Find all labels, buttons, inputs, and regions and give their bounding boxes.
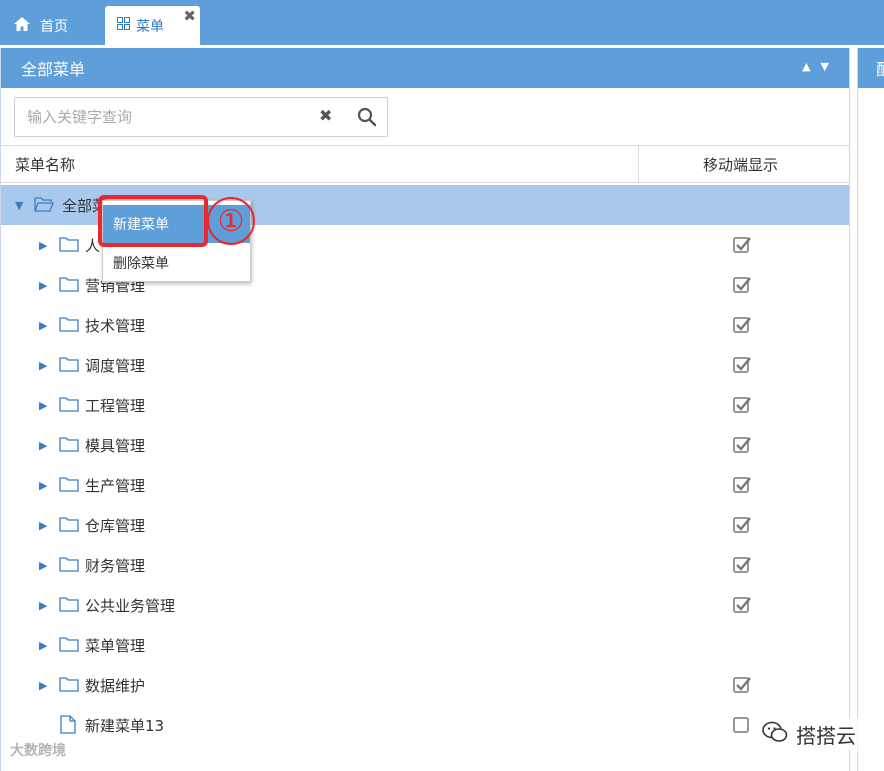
watermark-right: 搭搭云 bbox=[758, 718, 860, 751]
folder-icon bbox=[59, 636, 79, 656]
tree-row[interactable]: ▶ 技术管理 bbox=[1, 305, 849, 345]
mobile-display-checkbox[interactable] bbox=[733, 716, 751, 734]
mobile-display-checkbox-checked[interactable] bbox=[733, 476, 751, 494]
folder-icon bbox=[59, 436, 79, 456]
panel-title: 全部菜单 bbox=[21, 60, 86, 79]
wechat-icon bbox=[762, 721, 788, 748]
tree-row[interactable]: ▶ 菜单管理 bbox=[1, 625, 849, 665]
folder-icon bbox=[59, 556, 79, 576]
watermark-right-text: 搭搭云 bbox=[796, 724, 856, 748]
tree-row[interactable]: ▶ 公共业务管理 bbox=[1, 585, 849, 625]
tree-row-label: 生产管理 bbox=[85, 476, 146, 495]
folder-icon bbox=[59, 236, 79, 256]
tree-row[interactable]: ▶ 工程管理 bbox=[1, 385, 849, 425]
mobile-display-checkbox-checked[interactable] bbox=[733, 436, 751, 454]
config-panel-header: 配 bbox=[858, 48, 884, 88]
mobile-display-checkbox-checked[interactable] bbox=[733, 276, 751, 294]
folder-icon bbox=[59, 356, 79, 376]
folder-icon bbox=[59, 476, 79, 496]
tree-row-label: 菜单管理 bbox=[85, 636, 146, 655]
tree-row[interactable]: ▶ 仓库管理 bbox=[1, 505, 849, 545]
tab-bar: 首页 菜单 ✖ bbox=[0, 0, 884, 45]
menu-panel: 全部菜单 ▲ ▼ ✖ 菜单名称 移动端显示 ▼ 全部菜 ▶人▶营销管理▶技术管理… bbox=[0, 48, 850, 771]
tree-row[interactable]: ▶ 财务管理 bbox=[1, 545, 849, 585]
folder-icon bbox=[59, 516, 79, 536]
mobile-display-checkbox-checked[interactable] bbox=[733, 396, 751, 414]
caret-right-icon[interactable]: ▶ bbox=[39, 679, 47, 692]
tree-row-label: 技术管理 bbox=[85, 316, 146, 335]
caret-right-icon[interactable]: ▶ bbox=[39, 639, 47, 652]
tab-home[interactable]: 首页 bbox=[14, 6, 68, 45]
caret-down-icon[interactable]: ▼ bbox=[15, 199, 23, 212]
tree-row[interactable]: 新建菜单13 bbox=[1, 705, 849, 745]
grid-icon bbox=[117, 17, 130, 34]
caret-right-icon[interactable]: ▶ bbox=[39, 399, 47, 412]
folder-icon bbox=[59, 276, 79, 296]
column-mobile-display[interactable]: 移动端显示 bbox=[703, 154, 778, 175]
tree-row-label: 公共业务管理 bbox=[85, 596, 176, 615]
folder-open-icon bbox=[34, 196, 54, 216]
file-icon bbox=[60, 715, 76, 738]
context-delete-menu[interactable]: 删除菜单 bbox=[103, 244, 250, 282]
caret-right-icon[interactable]: ▶ bbox=[39, 599, 47, 612]
clear-icon[interactable]: ✖ bbox=[319, 106, 332, 125]
panel-header-controls: ▲ ▼ bbox=[802, 60, 829, 73]
expand-down-icon[interactable]: ▼ bbox=[821, 60, 829, 73]
tree-row-label: 数据维护 bbox=[85, 676, 146, 695]
search-box: ✖ bbox=[14, 97, 388, 137]
tree-row[interactable]: ▶ 生产管理 bbox=[1, 465, 849, 505]
config-panel-title: 配 bbox=[876, 56, 884, 80]
tree-row-label: 模具管理 bbox=[85, 436, 146, 455]
mobile-display-checkbox-checked[interactable] bbox=[733, 316, 751, 334]
mobile-display-checkbox-checked[interactable] bbox=[733, 596, 751, 614]
panel-header: 全部菜单 ▲ ▼ bbox=[1, 48, 849, 88]
column-menu-name[interactable]: 菜单名称 bbox=[15, 154, 75, 175]
search-input[interactable] bbox=[15, 98, 305, 136]
mobile-display-checkbox-checked[interactable] bbox=[733, 356, 751, 374]
mobile-display-checkbox-checked[interactable] bbox=[733, 556, 751, 574]
tree-row[interactable]: ▶ 调度管理 bbox=[1, 345, 849, 385]
mobile-display-checkbox-checked[interactable] bbox=[733, 236, 751, 254]
caret-right-icon[interactable]: ▶ bbox=[39, 319, 47, 332]
tree-row[interactable]: ▶ 模具管理 bbox=[1, 425, 849, 465]
column-divider[interactable] bbox=[638, 146, 639, 182]
caret-right-icon[interactable]: ▶ bbox=[39, 239, 47, 252]
mobile-display-checkbox-checked[interactable] bbox=[733, 676, 751, 694]
tree-row-label: 财务管理 bbox=[85, 556, 146, 575]
folder-icon bbox=[59, 676, 79, 696]
tree-row-label: 仓库管理 bbox=[85, 516, 146, 535]
watermark-left: 大数跨境 bbox=[10, 740, 66, 760]
close-icon[interactable]: ✖ bbox=[183, 7, 196, 25]
caret-right-icon[interactable]: ▶ bbox=[39, 559, 47, 572]
caret-right-icon[interactable]: ▶ bbox=[39, 519, 47, 532]
tab-menu[interactable]: 菜单 ✖ bbox=[105, 6, 200, 45]
folder-icon bbox=[59, 316, 79, 336]
mobile-display-checkbox-checked[interactable] bbox=[733, 516, 751, 534]
caret-right-icon[interactable]: ▶ bbox=[39, 279, 47, 292]
caret-right-icon[interactable]: ▶ bbox=[39, 479, 47, 492]
tree-row[interactable]: ▶ 数据维护 bbox=[1, 665, 849, 705]
tree-column-header: 菜单名称 移动端显示 bbox=[1, 145, 849, 183]
annotation-highlight-box bbox=[98, 195, 208, 247]
tree-row-label: 新建菜单13 bbox=[85, 716, 165, 735]
watermark-left-text: 大数跨境 bbox=[10, 743, 66, 759]
tree-row-label: 工程管理 bbox=[85, 396, 146, 415]
config-panel-edge: 配 bbox=[857, 48, 884, 771]
folder-icon bbox=[59, 396, 79, 416]
folder-icon bbox=[59, 596, 79, 616]
home-icon bbox=[14, 16, 30, 35]
annotation-step-number: ① bbox=[207, 197, 255, 245]
search-icon[interactable] bbox=[357, 107, 377, 131]
caret-right-icon[interactable]: ▶ bbox=[39, 359, 47, 372]
tab-home-label: 首页 bbox=[40, 18, 68, 35]
tab-menu-label: 菜单 bbox=[136, 18, 164, 35]
tree-row-label: 调度管理 bbox=[85, 356, 146, 375]
collapse-up-icon[interactable]: ▲ bbox=[802, 60, 810, 73]
caret-right-icon[interactable]: ▶ bbox=[39, 439, 47, 452]
